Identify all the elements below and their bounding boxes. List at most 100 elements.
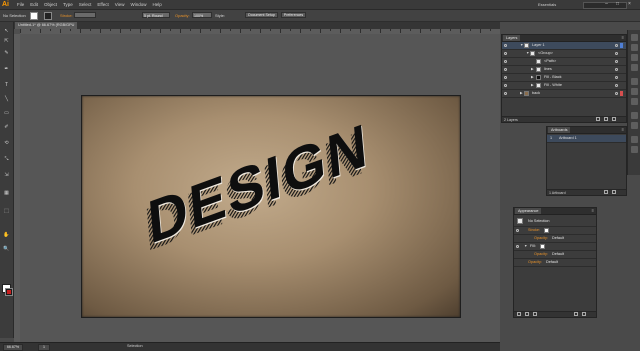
scale-tool-icon[interactable]: ⤡ <box>3 156 10 162</box>
target-circle-icon[interactable] <box>615 52 618 55</box>
layers-tab[interactable]: Layers <box>503 35 521 41</box>
target-circle-icon[interactable] <box>615 68 618 71</box>
layer-name[interactable]: <Group> <box>538 50 553 57</box>
opacity-field[interactable]: 100% <box>192 12 212 18</box>
layers-menu-icon[interactable]: ≡ <box>622 35 624 41</box>
expand-triangle-icon[interactable]: ▼ <box>526 50 529 57</box>
direct-selection-tool-icon[interactable]: ⇱ <box>3 38 10 44</box>
line-tool-icon[interactable]: ╲ <box>3 96 10 102</box>
maximize-button[interactable]: □ <box>615 2 620 7</box>
target-circle-icon[interactable] <box>615 76 618 79</box>
layer-row[interactable]: ▶ Fill - White <box>502 82 626 90</box>
new-layer-icon[interactable] <box>604 117 608 121</box>
layer-row[interactable]: ▼ <Group> <box>502 50 626 58</box>
document-setup-button[interactable]: Document Setup <box>245 12 278 18</box>
menu-file[interactable]: File <box>16 2 25 7</box>
visibility-eye-icon[interactable] <box>504 52 507 55</box>
hand-tool-icon[interactable]: ✋ <box>3 232 10 238</box>
visibility-eye-icon[interactable] <box>516 229 519 232</box>
appearance-global-opacity-label[interactable]: Opacity: <box>528 259 542 266</box>
zoom-tool-icon[interactable]: 🔍 <box>3 246 10 252</box>
visibility-eye-icon[interactable] <box>504 92 507 95</box>
target-circle-icon[interactable] <box>615 92 618 95</box>
layer-name[interactable]: Fill - White <box>544 82 562 89</box>
brush-definition-field[interactable]: 5 pt. Round <box>142 12 170 18</box>
add-effect-icon[interactable] <box>533 312 537 316</box>
appearance-global-opacity-row[interactable]: Opacity: Default <box>514 259 596 267</box>
stroke-none-swatch[interactable] <box>544 228 549 233</box>
design-artwork[interactable]: DESIGN DESIGN DESIGN <box>82 96 460 317</box>
color-panel-icon[interactable] <box>631 34 638 41</box>
transparency-panel-icon[interactable] <box>631 98 638 105</box>
expand-triangle-icon[interactable]: ▶ <box>531 74 534 81</box>
expand-triangle-icon[interactable]: ▶ <box>531 66 534 73</box>
swatches-panel-icon[interactable] <box>631 44 638 51</box>
appearance-stroke-label[interactable]: Stroke: <box>528 227 540 234</box>
stroke-color-swatch[interactable] <box>5 288 13 296</box>
fill-swatch-small[interactable] <box>540 244 545 249</box>
menu-help[interactable]: Help <box>151 2 162 7</box>
artboard-row[interactable]: 1 Artboard 1 <box>547 135 626 143</box>
menu-view[interactable]: View <box>114 2 126 7</box>
symbols-panel-icon[interactable] <box>631 64 638 71</box>
artboard[interactable]: DESIGN DESIGN DESIGN <box>81 95 461 318</box>
gradient-panel-icon[interactable] <box>631 88 638 95</box>
layer-name[interactable]: <Path> <box>544 58 556 65</box>
new-artboard-icon[interactable] <box>604 190 608 194</box>
layer-row[interactable]: ▶ back <box>502 90 626 98</box>
appearance-stroke-row[interactable]: Stroke: <box>514 227 596 235</box>
appearance-tab[interactable]: Appearance <box>515 208 542 214</box>
appearance-panel-icon[interactable] <box>631 112 638 119</box>
target-circle-icon[interactable] <box>615 44 618 47</box>
menu-type[interactable]: Type <box>62 2 74 7</box>
menu-effect[interactable]: Effect <box>96 2 109 7</box>
artboard-tool-icon[interactable]: ⬚ <box>3 208 10 214</box>
target-circle-icon[interactable] <box>615 84 618 87</box>
minimize-button[interactable]: – <box>604 2 609 7</box>
layer-row[interactable]: ▶ lines <box>502 66 626 74</box>
visibility-eye-icon[interactable] <box>504 84 507 87</box>
visibility-eye-icon[interactable] <box>516 245 519 248</box>
visibility-eye-icon[interactable] <box>504 60 507 63</box>
expand-triangle-icon[interactable]: ▶ <box>520 90 523 97</box>
artboards-panel-icon[interactable] <box>631 146 638 153</box>
layer-name[interactable]: Layer 1 <box>532 42 545 49</box>
menu-object[interactable]: Object <box>43 2 58 7</box>
appearance-fill-row[interactable]: ▼ Fill: <box>514 243 596 251</box>
delete-layer-icon[interactable] <box>612 117 616 121</box>
appearance-menu-icon[interactable]: ≡ <box>592 208 594 214</box>
expand-triangle-icon[interactable]: ▶ <box>531 82 534 89</box>
status-current-tool[interactable]: Selection <box>127 343 143 350</box>
layer-row[interactable]: ▶ Fill - Black <box>502 74 626 82</box>
document-tab[interactable]: Untitled-1* @ 66.67% (RGB/GPU Preview)× <box>15 22 77 34</box>
menu-window[interactable]: Window <box>129 2 147 7</box>
appearance-opacity-row[interactable]: Opacity: Default <box>514 235 596 243</box>
rotate-tool-icon[interactable]: ⟲ <box>3 140 10 146</box>
appearance-fill-opacity-label[interactable]: Opacity: <box>534 251 548 258</box>
magic-wand-tool-icon[interactable]: ✎ <box>3 50 10 56</box>
artboards-tab[interactable]: Artboards <box>548 127 571 133</box>
menu-edit[interactable]: Edit <box>29 2 39 7</box>
expand-triangle-icon[interactable]: ▼ <box>520 42 523 49</box>
fill-stroke-widget[interactable] <box>2 284 13 296</box>
layer-name[interactable]: back <box>532 90 540 97</box>
new-sublayer-icon[interactable] <box>596 117 600 121</box>
layer-name[interactable]: lines <box>544 66 552 73</box>
visibility-eye-icon[interactable] <box>504 44 507 47</box>
rectangle-tool-icon[interactable]: ▭ <box>3 110 10 116</box>
artboards-menu-icon[interactable]: ≡ <box>622 127 624 133</box>
appearance-opacity-label[interactable]: Opacity: <box>534 235 548 242</box>
menu-select[interactable]: Select <box>78 2 93 7</box>
selection-tool-icon[interactable]: ↖ <box>3 28 10 34</box>
layer-row[interactable]: ▼ Layer 1 <box>502 42 626 50</box>
duplicate-item-icon[interactable] <box>574 312 578 316</box>
close-button[interactable]: × <box>627 2 632 7</box>
graphic-styles-panel-icon[interactable] <box>631 122 638 129</box>
layers-panel-icon[interactable] <box>631 136 638 143</box>
workspace-switcher[interactable]: Essentials <box>538 2 556 7</box>
preferences-button[interactable]: Preferences <box>281 12 306 18</box>
visibility-eye-icon[interactable] <box>504 76 507 79</box>
add-fill-icon[interactable] <box>525 312 529 316</box>
graph-tool-icon[interactable]: ▦ <box>3 190 10 196</box>
brushes-panel-icon[interactable] <box>631 54 638 61</box>
